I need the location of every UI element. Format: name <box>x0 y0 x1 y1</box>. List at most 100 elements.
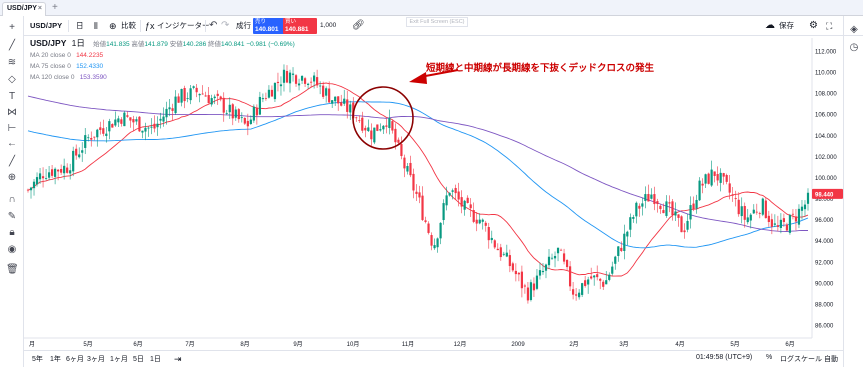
candle <box>213 94 216 105</box>
candle <box>599 277 602 290</box>
ruler-icon[interactable]: ╱ <box>6 156 18 168</box>
candle <box>635 201 638 224</box>
candle <box>559 248 563 251</box>
candle <box>117 115 120 127</box>
settings-icon[interactable]: ⚙︎ <box>809 19 818 33</box>
candle <box>156 116 159 136</box>
candle <box>448 192 451 197</box>
candle <box>192 85 195 90</box>
timeframe-5d[interactable]: 5日 <box>133 354 144 364</box>
indicators-icon[interactable]: ƒx <box>145 19 155 33</box>
time-axis: 月 5月 6月 7月 8月 9月 10月 11月 12月 2009 2月 3月 4月 5月 6月 <box>24 337 812 348</box>
candle <box>626 230 629 246</box>
clock-time[interactable]: 01:49:58 (UTC+9) <box>696 354 752 361</box>
log-scale-toggle[interactable]: ログスケール <box>780 354 822 364</box>
back-arrow-icon[interactable]: ← <box>6 138 18 150</box>
prediction-tool-icon[interactable]: ⊢ <box>6 123 18 135</box>
candle <box>791 209 795 220</box>
save-button[interactable]: 保存 <box>779 19 794 33</box>
candle <box>180 88 183 107</box>
candle <box>731 186 734 202</box>
eye-icon[interactable]: ◉ <box>6 244 18 256</box>
shapes-icon[interactable]: ◇ <box>6 74 18 86</box>
candle <box>75 144 78 160</box>
candle <box>183 85 186 109</box>
timeframe-1y[interactable]: 1年 <box>50 354 61 364</box>
candle <box>138 115 141 132</box>
lock-icon[interactable]: 🔒︎ <box>6 227 18 239</box>
fullscreen-icon[interactable]: ⛶ <box>826 19 832 33</box>
auto-scale-toggle[interactable]: 自動 <box>824 354 838 364</box>
candle <box>776 215 779 232</box>
candle <box>779 213 782 234</box>
candle <box>403 154 406 178</box>
price-tick-label: 92.000 <box>815 260 834 266</box>
timeframe-3m[interactable]: 3ヶ月 <box>87 354 105 364</box>
layers-icon[interactable]: ◈ <box>848 24 860 36</box>
candle <box>231 103 234 126</box>
trash-icon[interactable]: 🗑︎ <box>6 264 19 276</box>
candle <box>93 136 96 141</box>
candle <box>382 124 385 135</box>
timeframe-5y[interactable]: 5年 <box>32 354 43 364</box>
candle <box>255 104 258 125</box>
redo-icon[interactable]: ↷ <box>221 19 229 33</box>
magnet-icon[interactable]: ∩ <box>6 194 18 206</box>
candle <box>710 160 713 187</box>
goto-date-icon[interactable]: ⇥ <box>174 354 182 365</box>
zoom-in-icon[interactable]: ⊕ <box>6 172 18 184</box>
candle <box>340 94 343 107</box>
candlesticks <box>26 64 810 304</box>
candle <box>755 203 758 215</box>
sell-button[interactable]: 売り 140.801 <box>253 18 287 34</box>
candle <box>547 248 551 270</box>
trend-line-icon[interactable]: ╱ <box>6 40 18 52</box>
quantity-field[interactable]: 1,000 <box>320 19 336 33</box>
timeframe-1m[interactable]: 1ヶ月 <box>110 354 128 364</box>
candle <box>216 90 219 105</box>
legend-ma75[interactable]: MA 75 close 0 152.4330 <box>30 60 295 71</box>
interval-button[interactable]: 日 <box>76 19 84 33</box>
chart-type-icon[interactable]: ⫴ <box>94 19 98 33</box>
timeframe-1d[interactable]: 1日 <box>150 354 161 364</box>
candle <box>47 165 51 181</box>
candle <box>273 82 277 102</box>
time-tick-label: 10月 <box>347 341 360 348</box>
tab-usdjpy[interactable]: USD/JPY × <box>2 2 46 16</box>
buy-button[interactable]: 買い 140.881 <box>283 18 317 34</box>
candle <box>189 85 192 105</box>
candle <box>177 93 180 103</box>
legend-ma20[interactable]: MA 20 close 0 144.2235 <box>30 49 295 60</box>
candle <box>743 202 746 228</box>
pattern-tool-icon[interactable]: ⋈ <box>6 107 18 119</box>
ma75-line[interactable] <box>27 101 809 249</box>
new-tab-icon[interactable]: + <box>52 2 58 13</box>
compare-button[interactable]: 比較 <box>121 19 136 33</box>
sell-label: 売り <box>255 19 267 25</box>
undo-icon[interactable]: ↶ <box>209 19 217 33</box>
percent-toggle[interactable]: % <box>766 354 772 361</box>
compare-icon[interactable]: ⊕ <box>109 19 117 33</box>
crosshair-icon[interactable]: + <box>6 22 18 34</box>
candle <box>328 81 331 104</box>
cloud-icon[interactable]: ☁︎ <box>765 19 775 33</box>
draw-mode-icon[interactable]: ✎ <box>6 211 18 223</box>
candle <box>303 76 307 88</box>
candle <box>571 281 575 300</box>
time-tick-label: 月 <box>29 341 35 348</box>
text-tool-icon[interactable]: T <box>6 91 18 103</box>
symbol-search-button[interactable]: USD/JPY <box>30 19 62 33</box>
tab-close-icon[interactable]: × <box>38 5 42 12</box>
candle <box>562 248 566 265</box>
candle <box>550 253 554 260</box>
candle <box>331 100 334 109</box>
indicators-button[interactable]: インジケーター <box>157 19 210 33</box>
candle <box>264 92 268 101</box>
timeframe-6m[interactable]: 6ヶ月 <box>66 354 84 364</box>
legend-ma120[interactable]: MA 120 close 0 153.3590 <box>30 71 295 82</box>
candle <box>219 95 222 102</box>
clock-icon[interactable]: ◷ <box>848 42 860 54</box>
link-icon[interactable]: 🔗︎ <box>352 19 365 33</box>
fib-tool-icon[interactable]: ≋ <box>6 57 18 69</box>
time-tick-label: 12月 <box>454 341 467 348</box>
